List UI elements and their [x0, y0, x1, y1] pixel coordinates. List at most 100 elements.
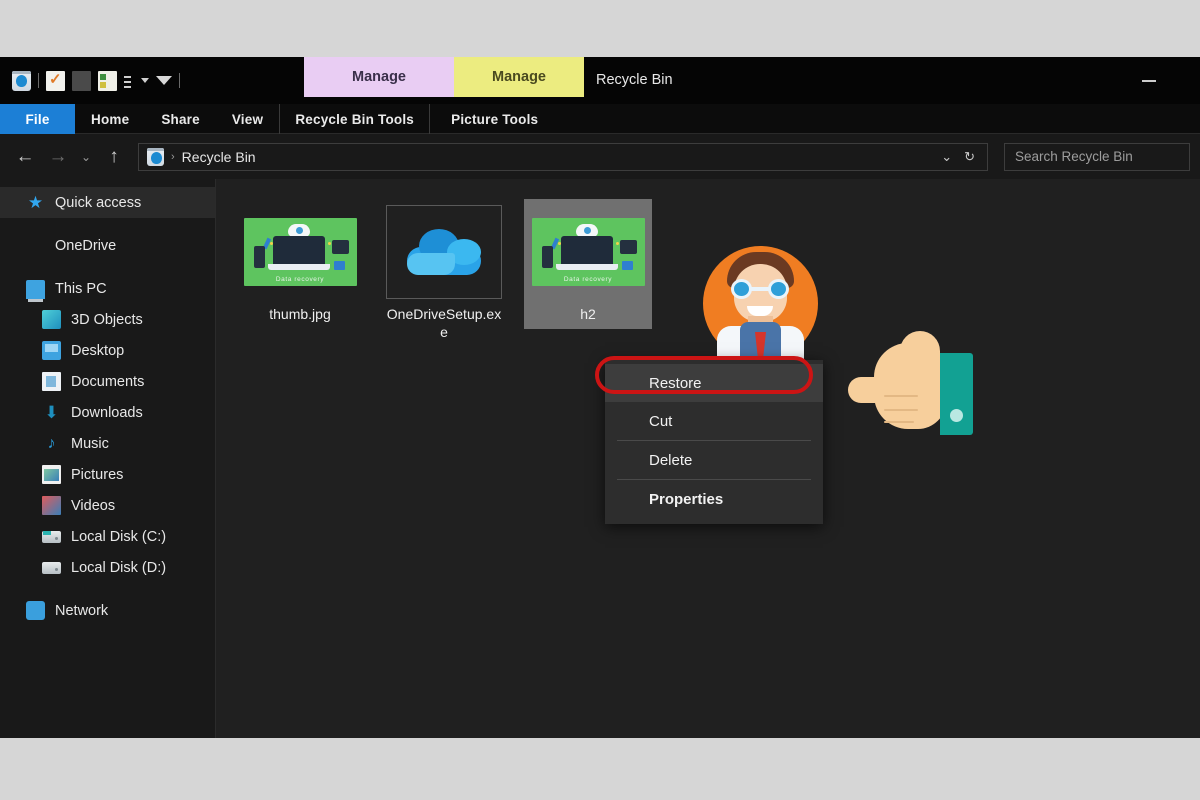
file-thumbnail: Data recovery: [530, 205, 646, 299]
3d-objects-icon: [42, 310, 61, 329]
disk-d-icon: [42, 558, 61, 577]
scientist-avatar: [703, 246, 818, 366]
properties-icon[interactable]: [46, 70, 65, 91]
toolbar-separator-2: [179, 73, 180, 88]
sidebar-item-desktop[interactable]: Desktop: [0, 335, 216, 366]
sidebar-item-label: This PC: [55, 280, 107, 297]
address-dropdown-icon[interactable]: ⌄: [941, 149, 952, 165]
title-bar: Manage Manage Recycle Bin: [0, 57, 1200, 104]
videos-icon: [42, 496, 61, 515]
address-input[interactable]: › Recycle Bin ⌄ ↻: [138, 142, 988, 171]
navigation-pane: ★ Quick access OneDrive This PC 3D Objec…: [0, 179, 216, 738]
sidebar-item-downloads[interactable]: ⬇ Downloads: [0, 397, 216, 428]
tab-home[interactable]: Home: [75, 104, 145, 134]
file-item[interactable]: Data recovery thumb.jpg: [236, 199, 364, 329]
sidebar-item-onedrive[interactable]: OneDrive: [0, 230, 216, 261]
forward-button[interactable]: →: [43, 142, 73, 172]
recycle-bin-icon[interactable]: [12, 70, 31, 91]
tab-label: Recycle Bin Tools: [295, 111, 415, 127]
file-item[interactable]: Data recovery h2: [524, 199, 652, 329]
up-button[interactable]: ↑: [99, 142, 129, 172]
desktop-icon: [42, 341, 61, 360]
sidebar-item-label: Local Disk (D:): [71, 559, 167, 576]
sidebar-item-label: Quick access: [55, 194, 142, 211]
tab-label: View: [231, 111, 264, 127]
sidebar-item-label: Music: [71, 435, 109, 452]
star-icon: ★: [27, 193, 44, 212]
sidebar-item-label: Network: [55, 602, 109, 619]
pointing-hand-cursor: [848, 321, 973, 441]
music-icon: ♪: [47, 435, 56, 452]
address-bar-tools: ⌄ ↻: [941, 149, 979, 165]
address-bar: ← → ⌄ ↑ › Recycle Bin ⌄ ↻ Search Recycle…: [0, 134, 1200, 179]
sidebar-item-label: Videos: [71, 497, 116, 514]
file-thumbnail: [386, 205, 502, 299]
file-thumbnail: Data recovery: [242, 205, 358, 299]
back-button[interactable]: ←: [10, 142, 40, 172]
sidebar-item-quick-access[interactable]: ★ Quick access: [0, 187, 216, 218]
data-recovery-image: Data recovery: [531, 218, 645, 286]
cloud-icon: [26, 236, 45, 255]
breadcrumb[interactable]: Recycle Bin: [182, 149, 256, 165]
menu-item-label: Properties: [649, 490, 724, 508]
quick-access-toolbar: [0, 57, 180, 104]
sidebar-item-this-pc[interactable]: This PC: [0, 273, 216, 304]
file-name: h2: [580, 306, 596, 322]
context-menu: Restore Cut Delete Properties: [595, 356, 823, 524]
sidebar-item-label: Local Disk (C:): [71, 528, 167, 545]
breadcrumb-recycle-bin-icon: [147, 147, 164, 166]
recent-locations-button[interactable]: ⌄: [76, 142, 96, 172]
tab-recycle-bin-tools[interactable]: Recycle Bin Tools: [279, 104, 429, 134]
goggles-icon: [729, 279, 791, 299]
tab-file[interactable]: File: [0, 104, 75, 134]
tab-label: Home: [91, 111, 130, 127]
menu-item-label: Delete: [649, 451, 693, 469]
sidebar-item-local-disk-c[interactable]: Local Disk (C:): [0, 521, 216, 552]
context-menu-item-delete[interactable]: Delete: [605, 441, 823, 479]
sidebar-item-label: 3D Objects: [71, 311, 143, 328]
minimize-button[interactable]: [1126, 57, 1172, 104]
thumbnail-caption: Data recovery: [275, 276, 325, 283]
context-menu-item-cut[interactable]: Cut: [605, 402, 823, 440]
ribbon-tab-strip: File Home Share View Recycle Bin Tools P…: [0, 104, 1200, 134]
sidebar-item-label: Desktop: [71, 342, 125, 359]
sidebar-item-label: OneDrive: [55, 237, 117, 254]
file-item[interactable]: OneDriveSetup.exe: [380, 199, 508, 347]
thumbnail-caption: Data recovery: [563, 276, 613, 283]
screen: Manage Manage Recycle Bin File Home Shar…: [0, 0, 1200, 800]
sidebar-item-documents[interactable]: Documents: [0, 366, 216, 397]
pictures-icon: [42, 465, 61, 484]
context-menu-item-properties[interactable]: Properties: [605, 480, 823, 518]
search-placeholder: Search Recycle Bin: [1015, 149, 1133, 164]
context-menu-item-restore[interactable]: Restore: [605, 364, 823, 402]
contextual-tab-recycle-bin-tools[interactable]: Manage: [304, 57, 454, 97]
sidebar-item-3d-objects[interactable]: 3D Objects: [0, 304, 216, 335]
disk-c-icon: [42, 527, 61, 546]
tab-label: Share: [161, 111, 200, 127]
tab-share[interactable]: Share: [145, 104, 216, 134]
sidebar-item-local-disk-d[interactable]: Local Disk (D:): [0, 552, 216, 583]
sidebar-item-music[interactable]: ♪ Music: [0, 428, 216, 459]
tab-label: Picture Tools: [451, 111, 539, 127]
sidebar-item-videos[interactable]: Videos: [0, 490, 216, 521]
chevron-down-icon[interactable]: [141, 78, 149, 83]
search-input[interactable]: Search Recycle Bin: [1004, 142, 1190, 171]
tab-label: File: [25, 111, 50, 127]
sidebar-item-label: Downloads: [71, 404, 143, 421]
view-list-icon[interactable]: [98, 70, 117, 91]
toolbar-separator: [38, 73, 39, 88]
blank-icon[interactable]: [72, 70, 91, 91]
tab-picture-tools[interactable]: Picture Tools: [429, 104, 559, 134]
customize-dropdown-icon[interactable]: [156, 76, 172, 85]
contextual-tab-headers: Manage Manage: [304, 57, 584, 104]
sidebar-item-pictures[interactable]: Pictures: [0, 459, 216, 490]
contextual-tab-picture-tools[interactable]: Manage: [454, 57, 584, 97]
file-name: thumb.jpg: [269, 306, 331, 322]
explorer-body: ★ Quick access OneDrive This PC 3D Objec…: [0, 179, 1200, 738]
sidebar-item-network[interactable]: Network: [0, 595, 216, 626]
refresh-icon[interactable]: ↻: [964, 149, 975, 165]
tab-view[interactable]: View: [216, 104, 279, 134]
restore-highlight-wrapper: Restore: [595, 356, 823, 402]
